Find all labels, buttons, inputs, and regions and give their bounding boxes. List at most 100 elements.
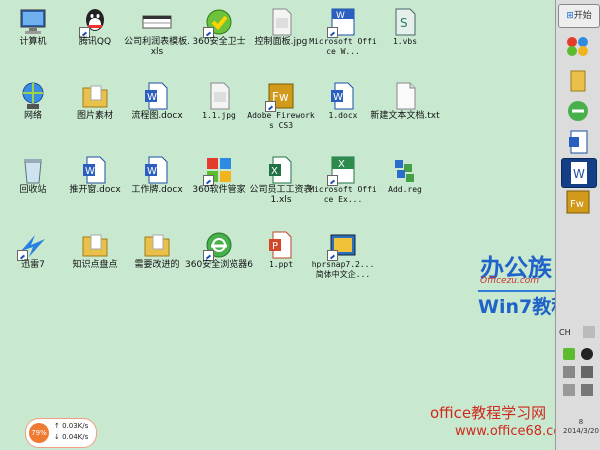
svg-text:W: W xyxy=(85,166,95,177)
desktop-icon-profit-xls[interactable]: 公司利润表模板.xls xyxy=(124,2,190,72)
vbs-file-icon: S xyxy=(395,8,416,36)
360-tray-icon[interactable] xyxy=(563,348,575,360)
desktop-icon-gongzuopai-docx[interactable]: W 工作牌.docx xyxy=(126,150,188,220)
taskbar-word-button[interactable] xyxy=(561,128,595,156)
folder-icon xyxy=(144,234,170,257)
network-speed-widget[interactable]: 79% ↑ 0.03K/s ↓ 0.04K/s xyxy=(25,418,97,448)
desktop-icon-network[interactable]: 网络 xyxy=(2,76,64,146)
network-tray-icon[interactable] xyxy=(581,366,593,378)
word-doc-icon: W xyxy=(331,82,354,110)
desktop-icon-360-software[interactable]: 360软件管家 xyxy=(188,150,250,220)
qq-tray-icon[interactable] xyxy=(581,348,593,360)
image-file-icon xyxy=(210,82,230,110)
safely-remove-icon[interactable] xyxy=(563,384,575,396)
desktop-icon-image-folder[interactable]: 图片素材 xyxy=(64,76,126,146)
taskbar-explorer-button[interactable] xyxy=(561,66,595,94)
icon-label: 公司利润表模板.xls xyxy=(124,37,190,57)
system-tray: CH 8 2014/3/20 xyxy=(559,322,600,450)
360-software-icon xyxy=(567,37,588,56)
windows-logo-icon: ⊞ xyxy=(566,11,574,21)
icon-label: hprsnap7.2... 简体中文企... xyxy=(311,260,375,279)
desktop: 计算机 腾讯QQ 公司利润表模板.xls 360安全卫士 控制面板.jpg W … xyxy=(0,0,556,450)
desktop-icon-improve-folder[interactable]: 需要改进的 xyxy=(126,225,188,295)
desktop-icon-fireworks[interactable]: Fw Adobe Fireworks CS3 xyxy=(247,76,315,146)
taskbar-browser-button[interactable] xyxy=(561,97,595,125)
svg-text:W: W xyxy=(147,92,157,103)
icon-label: 腾讯QQ xyxy=(78,37,112,47)
volume-icon[interactable] xyxy=(563,366,575,378)
desktop-icon-salary-xls[interactable]: X 公司员工工资表1.xls xyxy=(249,150,313,220)
desktop-icon-recycle-bin[interactable]: 回收站 xyxy=(2,150,64,220)
svg-text:Fw: Fw xyxy=(570,199,584,210)
word-doc-icon: W xyxy=(83,156,106,184)
icon-label: 360安全浏览器6 xyxy=(185,260,253,270)
desktop-icon-qq[interactable]: 腾讯QQ xyxy=(64,2,126,72)
icon-label: 图片素材 xyxy=(76,111,113,121)
desktop-icon-add-reg[interactable]: Add.reg xyxy=(374,150,436,220)
svg-text:X: X xyxy=(338,159,345,170)
keyboard-icon[interactable] xyxy=(583,326,595,338)
image-file-icon xyxy=(272,8,292,36)
desktop-icon-vbs[interactable]: S 1.vbs xyxy=(374,2,436,72)
folder-icon xyxy=(570,70,586,92)
text-file-icon xyxy=(396,82,416,110)
icon-label: 360安全卫士 xyxy=(192,37,246,47)
desktop-icon-360-browser[interactable]: 360安全浏览器6 xyxy=(185,225,253,295)
icon-label: 迅雷7 xyxy=(21,260,45,270)
taskbar-word-active-button[interactable]: W xyxy=(561,158,597,188)
desktop-icon-control-panel-jpg[interactable]: 控制面板.jpg xyxy=(250,2,312,72)
recycle-bin-icon xyxy=(24,159,42,184)
clock-time: 8 xyxy=(578,418,584,426)
icon-label: 推开窗.docx xyxy=(69,185,121,195)
desktop-icon-computer[interactable]: 计算机 xyxy=(2,2,64,72)
icon-label: 需要改进的 xyxy=(134,260,180,270)
word-doc-icon: W xyxy=(145,156,168,184)
ime-indicator[interactable]: CH xyxy=(559,328,571,337)
icon-label: 计算机 xyxy=(19,37,47,47)
icon-label: 控制面板.jpg xyxy=(254,37,308,47)
icon-label: 新建文本文档.txt xyxy=(370,111,440,121)
word-doc-icon: W xyxy=(145,82,168,110)
svg-text:W: W xyxy=(573,167,585,181)
desktop-icon-knowledge-folder[interactable]: 知识点盘点 xyxy=(64,225,126,295)
desktop-icon-1-docx[interactable]: W 1.docx xyxy=(312,76,374,146)
power-icon[interactable] xyxy=(581,384,593,396)
icon-label: 网络 xyxy=(23,111,42,121)
svg-text:P: P xyxy=(272,241,278,252)
network-icon xyxy=(22,82,44,109)
desktop-icon-word-app[interactable]: W Microsoft Office W... xyxy=(309,2,377,72)
clock-date: 2014/3/20 xyxy=(563,427,599,435)
icon-label: Add.reg xyxy=(388,185,422,194)
icon-label: Microsoft Office W... xyxy=(309,37,377,56)
desktop-icon-flowchart-docx[interactable]: W 流程图.docx xyxy=(126,76,188,146)
taskbar-360-software-button[interactable] xyxy=(561,32,595,60)
desktop-icon-xunlei[interactable]: 迅雷7 xyxy=(2,225,64,295)
brand-site-text: Officezu.com xyxy=(480,276,540,286)
svg-text:S: S xyxy=(400,16,408,30)
registry-file-icon xyxy=(395,160,414,182)
taskbar-fireworks-button[interactable]: Fw xyxy=(561,188,595,216)
clock[interactable]: 8 2014/3/20 xyxy=(559,418,600,436)
memory-percent-badge[interactable]: 79% xyxy=(29,423,49,443)
desktop-icon-hypersnap[interactable]: hprsnap7.2... 简体中文企... xyxy=(312,225,374,295)
desktop-icon-new-txt[interactable]: 新建文本文档.txt xyxy=(370,76,440,146)
start-button[interactable]: ⊞开始 xyxy=(558,4,600,28)
icon-label: 1.docx xyxy=(328,111,358,120)
upload-speed: ↑ 0.03K/s xyxy=(54,422,89,430)
icon-label: Adobe Fireworks CS3 xyxy=(247,111,315,130)
desktop-icon-tuikaichuang-docx[interactable]: W 推开窗.docx xyxy=(64,150,126,220)
icon-label: 1.1.jpg xyxy=(202,111,236,120)
desktop-icon-1-ppt[interactable]: P 1.ppt xyxy=(250,225,312,295)
icon-label: 回收站 xyxy=(19,185,47,195)
icon-label: Microsoft Office Ex... xyxy=(309,185,377,204)
icon-label: 360软件管家 xyxy=(192,185,246,195)
desktop-icon-1-1-jpg[interactable]: 1.1.jpg xyxy=(188,76,250,146)
desktop-icon-360-safe[interactable]: 360安全卫士 xyxy=(188,2,250,72)
edu-site-text: office教程学习网 xyxy=(430,404,547,422)
icon-label: 公司员工工资表1.xls xyxy=(249,185,313,205)
download-speed: ↓ 0.04K/s xyxy=(54,433,89,441)
computer-icon xyxy=(20,9,46,34)
upload-speed-value: 0.03K/s xyxy=(62,422,89,430)
svg-text:W: W xyxy=(333,92,343,103)
desktop-icon-excel-app[interactable]: X Microsoft Office Ex... xyxy=(309,150,377,220)
